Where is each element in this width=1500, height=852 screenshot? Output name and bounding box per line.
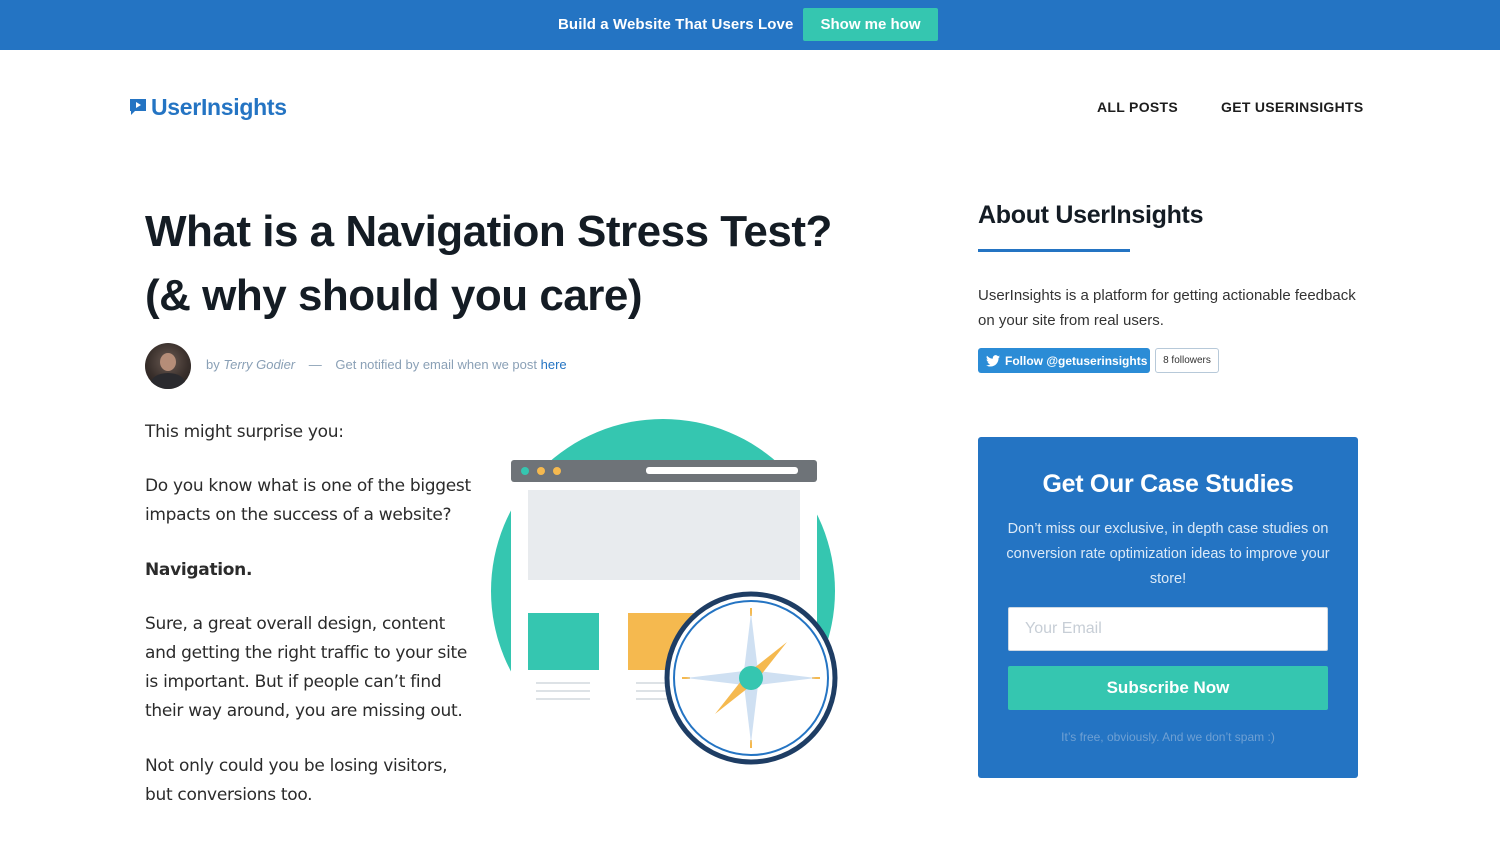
paragraph-5: Not only could you be losing visitors, b… <box>145 756 448 805</box>
byline: by Terry Godier — Get notified by email … <box>206 357 567 372</box>
promo-text: Build a Website That Users Love <box>558 16 794 33</box>
navigation-compass-illustration <box>491 419 838 768</box>
title-line-2: (& why should you care) <box>145 271 643 320</box>
byline-by: by <box>206 357 220 372</box>
about-title: About UserInsights <box>978 201 1204 229</box>
author-avatar <box>145 343 191 389</box>
byline-separator: — <box>308 357 322 372</box>
cta-description: Don’t miss our exclusive, in depth case … <box>1006 521 1330 587</box>
twitter-followers-count: 8 followers <box>1155 348 1219 373</box>
paragraph-1: This might surprise you: <box>145 422 344 442</box>
title-line-1: What is a Navigation Stress Test? <box>145 207 832 256</box>
page-title: What is a Navigation Stress Test? (& why… <box>145 200 845 328</box>
author-link[interactable]: Terry Godier <box>223 357 295 372</box>
paragraph-2: Do you know what is one of the biggest i… <box>145 476 471 525</box>
twitter-bird-icon <box>986 354 1000 367</box>
twitter-follow-button[interactable]: Follow @getuserinsights <box>978 348 1150 373</box>
notify-text: Get notified by email when we post <box>335 357 537 372</box>
email-field[interactable] <box>1008 607 1328 651</box>
twitter-follow-label: Follow @getuserinsights <box>1005 353 1148 368</box>
logo[interactable]: UserInsights <box>128 92 287 122</box>
cta-footnote: It’s free, obviously. And we don’t spam … <box>1061 730 1275 744</box>
about-text: UserInsights is a platform for getting a… <box>978 287 1356 329</box>
notify-here-link[interactable]: here <box>541 357 567 372</box>
nav-get-userinsights[interactable]: GET USERINSIGHTS <box>1221 99 1363 115</box>
promo-banner: Build a Website That Users Love Show me … <box>0 0 1500 50</box>
show-me-how-button[interactable]: Show me how <box>803 8 938 41</box>
logo-text: UserInsights <box>151 93 287 120</box>
paragraph-3: Navigation. <box>145 560 253 580</box>
subscribe-button[interactable]: Subscribe Now <box>1008 666 1328 710</box>
paragraph-4: Sure, a great overall design, content an… <box>145 614 468 721</box>
about-divider <box>978 249 1130 252</box>
cta-title: Get Our Case Studies <box>1042 470 1294 498</box>
nav-all-posts[interactable]: ALL POSTS <box>1097 99 1178 115</box>
chat-bubble-icon <box>130 99 146 115</box>
